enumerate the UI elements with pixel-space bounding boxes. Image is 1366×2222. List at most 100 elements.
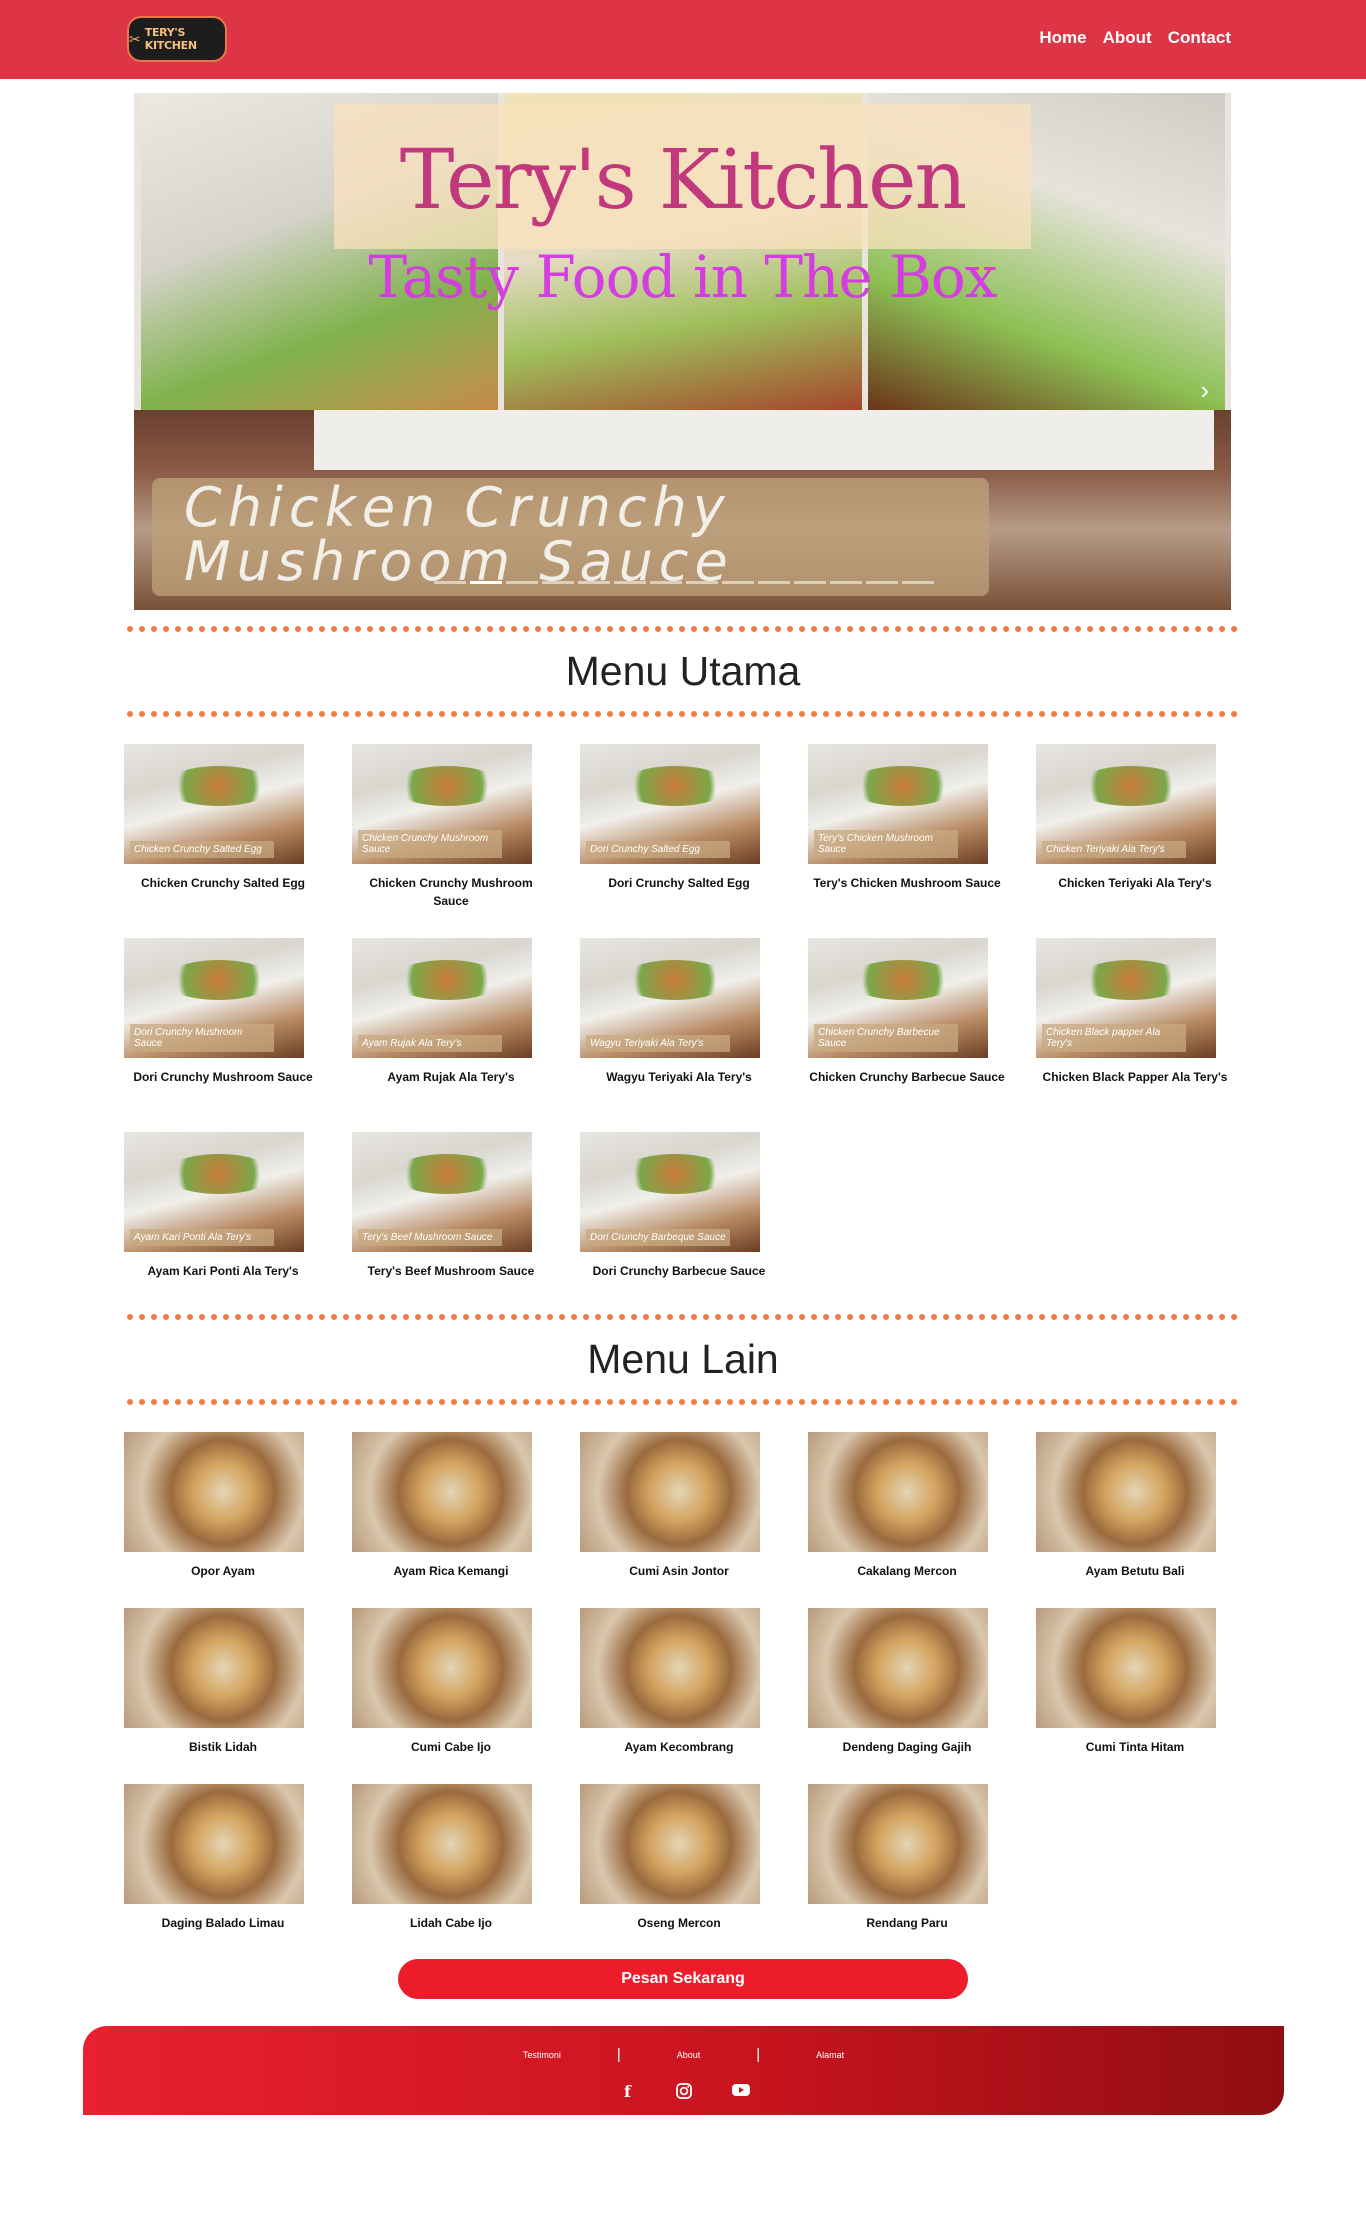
carousel-indicator[interactable] [434,581,466,584]
menu-item-caption: Chicken Crunchy Salted Egg [140,876,306,890]
carousel-indicator[interactable] [794,581,826,584]
menu-item-image [352,1784,532,1904]
footer: Testimoni | About | Alamat f [83,2026,1284,2115]
nav-about-link[interactable]: About [1103,28,1152,48]
menu-item-card[interactable]: Dendeng Daging Gajih [807,1608,1007,1756]
instagram-icon[interactable] [675,2082,693,2105]
nav-links: Home About Contact [1039,28,1231,48]
menu-item-card[interactable]: Chicken Black papper Ala Tery's Chicken B… [1035,938,1235,1086]
social-icons: f [83,2082,1284,2105]
carousel-indicator[interactable] [506,581,538,584]
footer-alamat-link[interactable]: Alamat [760,2050,900,2060]
nav-contact-link[interactable]: Contact [1168,28,1231,48]
food-garnish [392,960,502,1000]
menu-item-card[interactable]: Tery's Chicken Mushroom Sauce Tery's Chic… [807,744,1007,892]
menu-item-image: Tery's Chicken Mushroom Sauce [808,744,988,864]
menu-item-caption: Dori Crunchy Salted Egg [608,876,750,890]
menu-item-caption: Chicken Crunchy Mushroom Sauce [369,876,533,908]
brand-logo-text: TERY'S KITCHEN [144,26,197,52]
menu-item-card[interactable]: Bistik Lidah [123,1608,323,1756]
facebook-icon[interactable]: f [619,2082,637,2105]
carousel-indicator[interactable] [470,581,502,584]
menu-item-card[interactable]: Chicken Crunchy Mushroom Sauce Chicken Cr… [351,744,551,910]
youtube-icon[interactable] [731,2082,750,2105]
menu-item-image-label: Chicken Crunchy Mushroom Sauce [358,830,502,858]
menu-item-image [808,1432,988,1552]
menu-item-card[interactable]: Daging Balado Limau [123,1784,323,1932]
menu-item-card[interactable]: Wagyu Teriyaki Ala Tery's Wagyu Teriyaki … [579,938,779,1086]
menu-item-image [1036,1432,1216,1552]
menu-item-image-label: Chicken Teriyaki Ala Tery's [1042,841,1186,858]
menu-item-card[interactable]: Lidah Cabe Ijo [351,1784,551,1932]
menu-item-card[interactable]: Cumi Cabe Ijo [351,1608,551,1756]
menu-item-card[interactable]: Ayam Rujak Ala Tery's Ayam Rujak Ala Tery… [351,938,551,1086]
menu-item-card[interactable]: Ayam Rica Kemangi [351,1432,551,1580]
hero-subtitle: Tasty Food in The Box [368,243,998,311]
menu-item-card[interactable]: Tery's Beef Mushroom Sauce Tery's Beef Mu… [351,1132,551,1280]
menu-item-image-label: Chicken Black papper Ala Tery's [1042,1024,1186,1052]
menu-item-card[interactable]: Cumi Asin Jontor [579,1432,779,1580]
menu-item-card[interactable]: Chicken Teriyaki Ala Tery's Chicken Teriy… [1035,744,1235,892]
menu-item-image: Tery's Beef Mushroom Sauce [352,1132,532,1252]
menu-item-card[interactable]: Ayam Kecombrang [579,1608,779,1756]
food-garnish [620,766,730,806]
carousel-indicator[interactable] [830,581,862,584]
menu-utama-title: Menu Utama [565,648,801,694]
nav-home-link[interactable]: Home [1039,28,1086,48]
menu-item-caption: Tery's Chicken Mushroom Sauce [813,876,1001,890]
menu-item-card[interactable]: Opor Ayam [123,1432,323,1580]
menu-item-caption: Cumi Tinta Hitam [1085,1740,1185,1754]
carousel-indicators[interactable] [434,581,934,584]
menu-item-image: Ayam Rujak Ala Tery's [352,938,532,1058]
carousel-indicator[interactable] [722,581,754,584]
hero-carousel[interactable]: Tery's Kitchen Tasty Food in The Box Chi… [134,93,1231,610]
divider-dotted [127,711,1238,717]
menu-item-card[interactable]: Dori Crunchy Barbeque Sauce Dori Crunchy … [579,1132,779,1280]
menu-item-card[interactable]: Cumi Tinta Hitam [1035,1608,1235,1756]
menu-item-caption: Ayam Kari Ponti Ala Tery's [147,1264,299,1278]
carousel-indicator[interactable] [614,581,646,584]
menu-item-card[interactable]: Chicken Crunchy Barbecue Sauce Chicken Cr… [807,938,1007,1086]
food-garnish [164,960,274,1000]
menu-item-caption: Chicken Crunchy Barbecue Sauce [809,1070,1005,1084]
menu-item-caption: Dori Crunchy Barbecue Sauce [592,1264,766,1278]
order-now-button[interactable]: Pesan Sekarang [398,1959,968,1999]
menu-item-image [808,1784,988,1904]
carousel-next-icon[interactable]: › [1200,375,1209,406]
menu-lain-title: Menu Lain [587,1336,779,1382]
hero-title: Tery's Kitchen [399,133,968,228]
footer-links: Testimoni | About | Alamat [83,2046,1284,2063]
footer-about-link[interactable]: About [621,2050,757,2060]
menu-item-caption: Ayam Rica Kemangi [393,1564,509,1578]
menu-item-card[interactable]: Cakalang Mercon [807,1432,1007,1580]
carousel-indicator[interactable] [542,581,574,584]
menu-item-card[interactable]: Dori Crunchy Salted Egg Dori Crunchy Salt… [579,744,779,892]
carousel-indicator[interactable] [650,581,682,584]
food-garnish [164,766,274,806]
menu-item-card[interactable]: Oseng Mercon [579,1784,779,1932]
menu-item-image [124,1784,304,1904]
carousel-indicator[interactable] [758,581,790,584]
food-garnish [620,960,730,1000]
menu-item-caption: Cumi Asin Jontor [629,1564,729,1578]
menu-item-card[interactable]: Dori Crunchy Mushroom Sauce Dori Crunchy … [123,938,323,1086]
menu-item-card[interactable]: Ayam Betutu Bali [1035,1432,1235,1580]
menu-item-image [352,1608,532,1728]
menu-item-card[interactable]: Chicken Crunchy Salted Egg Chicken Crunch… [123,744,323,892]
carousel-indicator[interactable] [686,581,718,584]
brand-logo[interactable]: ✂ TERY'S KITCHEN [127,16,227,62]
menu-item-image-label: Tery's Beef Mushroom Sauce [358,1229,502,1246]
carousel-indicator[interactable] [902,581,934,584]
menu-item-card[interactable]: Rendang Paru [807,1784,1007,1932]
menu-item-image [124,1608,304,1728]
menu-item-image-label: Chicken Crunchy Barbecue Sauce [814,1024,958,1052]
navbar: ✂ TERY'S KITCHEN Home About Contact [0,0,1366,79]
menu-item-card[interactable]: Ayam Kari Ponti Ala Tery's Ayam Kari Pont… [123,1132,323,1280]
menu-item-image: Dori Crunchy Mushroom Sauce [124,938,304,1058]
carousel-indicator[interactable] [578,581,610,584]
footer-testimoni-link[interactable]: Testimoni [467,2050,617,2060]
food-garnish [620,1154,730,1194]
menu-item-image [1036,1608,1216,1728]
menu-item-image: Ayam Kari Ponti Ala Tery's [124,1132,304,1252]
carousel-indicator[interactable] [866,581,898,584]
